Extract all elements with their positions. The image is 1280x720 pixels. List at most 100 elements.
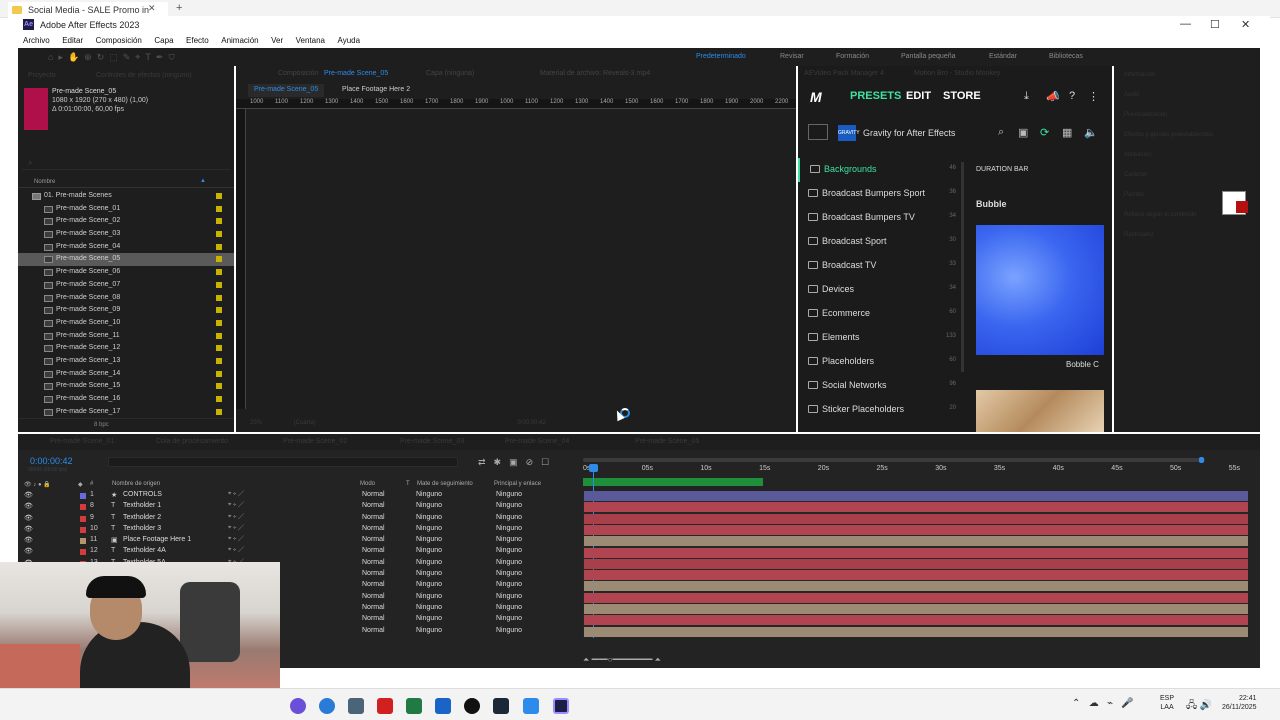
category-broadcast-bumpers-tv[interactable]: Broadcast Bumpers TV 34 [798, 206, 958, 230]
layer-label-color[interactable] [80, 526, 86, 533]
menu-capa[interactable]: Capa [149, 34, 178, 47]
category-elements[interactable]: Elements 133 [798, 326, 958, 350]
visibility-eye-icon[interactable]: 👁 [24, 536, 33, 544]
menu-animacion[interactable]: Animación [216, 34, 263, 47]
workspace-pantalla-pequena[interactable]: Pantalla pequeña [901, 53, 956, 60]
project-item[interactable]: Pre-made Scene_12 [18, 342, 234, 355]
label-column-icon[interactable]: ◆ [78, 481, 83, 488]
layer-name[interactable]: CONTROLS [123, 491, 162, 498]
timeline-tab[interactable]: Cola de procesamiento [156, 438, 228, 445]
tab-footage[interactable]: Material de archivo: Reveals-3.mp4 [540, 70, 650, 77]
project-item[interactable]: Pre-made Scene_01 [18, 203, 234, 216]
blend-mode-select[interactable]: Normal [362, 559, 385, 566]
current-time-indicator-head[interactable] [589, 464, 598, 472]
info-panel-item[interactable]: Párrafo [1124, 192, 1144, 198]
project-search-input[interactable]: ⌕ [22, 158, 230, 170]
track-matte-select[interactable]: Ninguno [416, 604, 442, 611]
clock[interactable]: 22:41 26/11/2025 [1222, 694, 1257, 712]
category-social-networks[interactable]: Social Networks 96 [798, 374, 958, 398]
timeline-search-input[interactable] [108, 457, 458, 467]
project-item[interactable]: Pre-made Scene_17 [18, 406, 234, 419]
minimize-icon[interactable]: — [1180, 18, 1191, 30]
quality-level[interactable]: (Cuarta) [294, 420, 316, 426]
layer-row[interactable]: 👁 10 T Textholder 3 ⌖ ⊹ ╱ Normal Ninguno Ningun… [18, 524, 578, 535]
label-color-swatch[interactable] [216, 307, 222, 314]
column-track-matte[interactable]: Mate de seguimiento [417, 481, 473, 487]
layer-row[interactable]: 👁 9 T Textholder 2 ⌖ ⊹ ╱ Normal Ninguno Ninguno [18, 513, 578, 524]
time-ruler[interactable]: 0s 05s 10s 15s 20s 25s 30s 35s 40s 45s 50s 55s [583, 462, 1248, 476]
bpc-label[interactable]: 8 bpc [94, 422, 109, 428]
blend-mode-select[interactable]: Normal [362, 593, 385, 600]
label-color-swatch[interactable] [216, 205, 222, 212]
menu-ver[interactable]: Ver [266, 34, 288, 47]
parent-select[interactable]: Ninguno [496, 502, 522, 509]
timeline-zoom-slider[interactable]: ⏶ ━━○━━━━━ ⏶ [583, 655, 661, 665]
blend-mode-select[interactable]: Normal [362, 536, 385, 543]
label-color-swatch[interactable] [216, 408, 222, 415]
folder-icon[interactable] [808, 124, 828, 140]
visibility-eye-icon[interactable]: 👁 [24, 525, 33, 533]
excel-icon[interactable] [406, 698, 422, 714]
blend-mode-select[interactable]: Normal [362, 615, 385, 622]
timeline-tab[interactable]: Pre-made Scene_03 [400, 438, 464, 445]
tab-aevideo[interactable]: AEVideo Pack Manager 4 [804, 70, 884, 77]
layer-row[interactable]: 👁 12 T Textholder 4A ⌖ ⊹ ╱ Normal Ninguno Ningu… [18, 546, 578, 557]
parent-select[interactable]: Ninguno [496, 491, 522, 498]
menu-ayuda[interactable]: Ayuda [333, 34, 366, 47]
column-parent[interactable]: Principal y enlace [494, 481, 541, 487]
label-color-swatch[interactable] [216, 370, 222, 377]
info-panel-item[interactable]: Carácter [1124, 172, 1147, 178]
track-matte-select[interactable]: Ninguno [416, 514, 442, 521]
track-matte-select[interactable]: Ninguno [416, 491, 442, 498]
more-icon[interactable]: ⋮ [1088, 90, 1099, 103]
label-color-swatch[interactable] [216, 243, 222, 250]
parent-select[interactable]: Ninguno [496, 514, 522, 521]
layer-name[interactable]: Textholder 2 [123, 514, 161, 521]
subtab-active[interactable]: Pre-made Scene_05 [248, 84, 325, 97]
project-item[interactable]: Pre-made Scene_07 [18, 279, 234, 292]
layer-duration-bar[interactable] [584, 513, 1248, 524]
layer-duration-bar[interactable] [584, 547, 1248, 558]
system-tray-icons[interactable]: ⌃ ☁ ⌁ 🎤 [1072, 698, 1134, 709]
nav-presets[interactable]: PRESETS [850, 90, 901, 102]
blend-mode-select[interactable]: Normal [362, 604, 385, 611]
workspace-bibliotecas[interactable]: Bibliotecas [1049, 53, 1083, 60]
column-t[interactable]: T [406, 481, 410, 487]
menu-efecto[interactable]: Efecto [181, 34, 214, 47]
project-item[interactable]: Pre-made Scene_13 [18, 355, 234, 368]
project-item[interactable]: Pre-made Scene_08 [18, 292, 234, 305]
track-matte-select[interactable]: Ninguno [416, 525, 442, 532]
megaphone-icon[interactable]: 📣 [1046, 90, 1060, 103]
column-source-name[interactable]: Nombre de origen [112, 481, 160, 487]
project-item[interactable]: Pre-made Scene_05 [18, 253, 234, 267]
sort-icon[interactable]: ▲ [200, 178, 206, 184]
layer-label-color[interactable] [80, 493, 86, 499]
track-matte-select[interactable]: Ninguno [416, 581, 442, 588]
tab-layer[interactable]: Capa (ninguna) [426, 70, 474, 77]
info-panel-item[interactable]: Información [1124, 72, 1155, 78]
layer-row[interactable]: 👁 1 ★ CONTROLS ⌖ ⊹ ╱ Normal Ninguno Ninguno [18, 490, 578, 501]
speaker-icon[interactable]: 🔈 [1084, 126, 1098, 139]
av-switches-icon[interactable]: 👁 ♪ ● 🔒 [24, 481, 51, 488]
acrobat-icon[interactable] [377, 698, 393, 714]
tab-proyecto[interactable]: Proyecto [28, 72, 56, 79]
track-matte-select[interactable]: Ninguno [416, 615, 442, 622]
track-matte-select[interactable]: Ninguno [416, 536, 442, 543]
layer-duration-bar[interactable] [584, 536, 1248, 547]
steam-icon[interactable] [493, 698, 509, 714]
category-broadcast-tv[interactable]: Broadcast TV 33 [798, 254, 958, 278]
number-column-icon[interactable]: # [90, 481, 93, 487]
label-color-swatch[interactable] [216, 383, 222, 390]
tab-composition-active[interactable]: Pre-made Scene_05 [324, 70, 388, 77]
project-item[interactable]: Pre-made Scene_06 [18, 266, 234, 279]
track-matte-select[interactable]: Ninguno [416, 502, 442, 509]
visibility-eye-icon[interactable]: 👁 [24, 502, 33, 510]
label-color-swatch[interactable] [216, 319, 222, 326]
info-panel-item[interactable]: Audio [1124, 92, 1139, 98]
project-item[interactable]: Pre-made Scene_11 [18, 330, 234, 343]
category-broadcast-sport[interactable]: Broadcast Sport 30 [798, 230, 958, 254]
column-mode[interactable]: Modo [360, 481, 375, 487]
blend-mode-select[interactable]: Normal [362, 627, 385, 634]
layer-label-color[interactable] [80, 515, 86, 522]
label-color-swatch[interactable] [216, 281, 222, 288]
